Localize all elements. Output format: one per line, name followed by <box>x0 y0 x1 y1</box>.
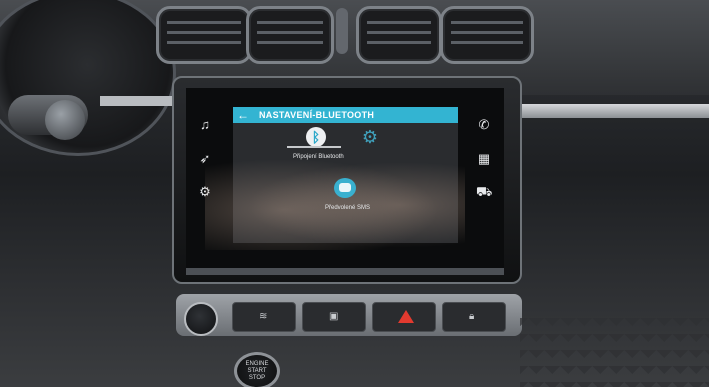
car-icon[interactable]: ⛟ <box>476 185 492 199</box>
lock-icon: 🔒︎ <box>469 311 475 322</box>
music-icon[interactable]: ♫ <box>197 118 213 132</box>
rear-defrost-button[interactable]: ≋ <box>232 302 296 332</box>
selected-tile-underline <box>287 146 341 148</box>
chrome-trim-left <box>100 96 180 106</box>
volume-knob[interactable] <box>184 302 218 336</box>
start-line1: ENGINE <box>245 361 269 367</box>
stalk-knob <box>45 100 85 140</box>
screen-reflection <box>205 150 465 250</box>
rear-window-button[interactable]: ▣ <box>302 302 366 332</box>
air-vent-left <box>156 6 252 64</box>
floor-mat <box>520 318 709 387</box>
bluetooth-settings-header: ← NASTAVENÍ-BLUETOOTH <box>233 107 458 123</box>
hazard-icon <box>398 310 414 323</box>
screen-lower-trim <box>186 268 504 275</box>
vent-divider <box>336 8 348 54</box>
air-vent-center-right <box>356 6 442 64</box>
bluetooth-connection-label[interactable]: Připojení Bluetooth <box>293 153 344 161</box>
defrost-icon: ≋ <box>259 311 268 322</box>
page-title: NASTAVENÍ-BLUETOOTH <box>259 110 375 120</box>
air-vent-center-left <box>246 6 334 64</box>
grid-icon[interactable]: ▦ <box>476 152 492 166</box>
back-button[interactable]: ← <box>237 107 249 123</box>
bluetooth-icon[interactable] <box>306 127 326 147</box>
car-dashboard-photo: ♫ ➶ ⚙ ✆ ▦ ⛟ ← NASTAVENÍ-BLUETOOTH Připoj… <box>0 0 709 387</box>
phone-icon[interactable]: ✆ <box>476 118 492 132</box>
start-line2: START <box>247 368 267 374</box>
air-vent-right <box>440 6 534 64</box>
rear-window-icon: ▣ <box>329 311 339 322</box>
start-line3: STOP <box>248 375 266 381</box>
lock-button[interactable]: 🔒︎ <box>442 302 506 332</box>
sms-icon[interactable] <box>334 178 356 198</box>
start-stop-button[interactable]: ENGINE START STOP <box>234 352 280 387</box>
preset-sms-label[interactable]: Předvolené SMS <box>325 204 370 212</box>
chrome-trim-right <box>518 104 709 118</box>
gear-icon[interactable]: ⚙ <box>360 127 380 147</box>
